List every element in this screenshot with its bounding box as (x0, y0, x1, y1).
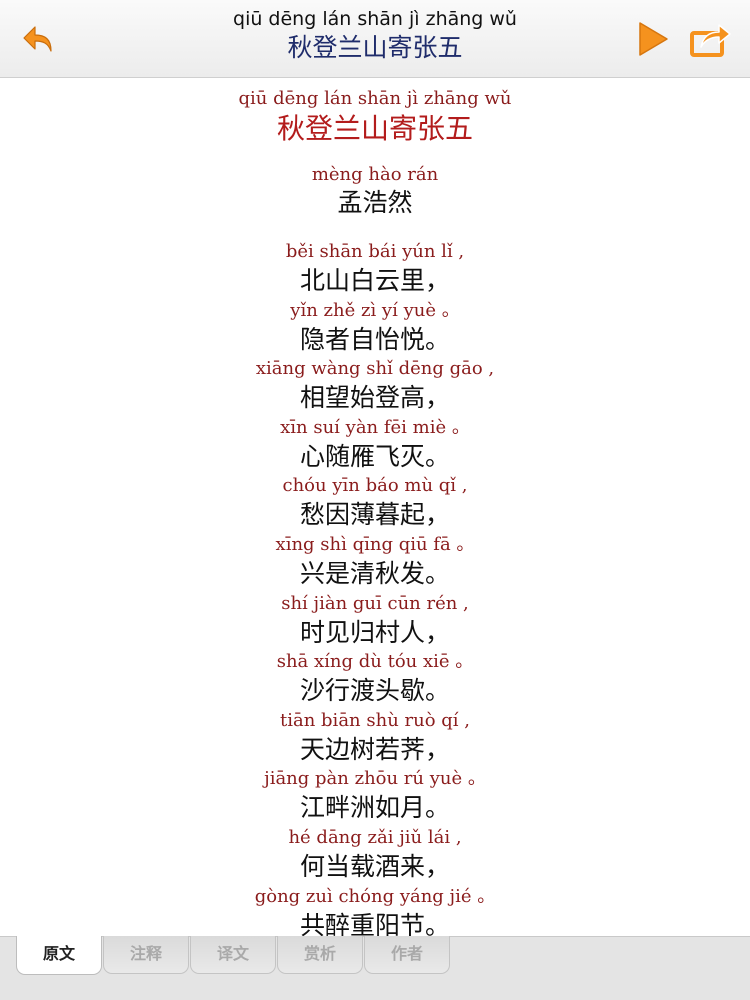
verse-pinyin: yǐn zhě zì yí yuè 。 (290, 299, 460, 321)
poem-content[interactable]: qiū dēng lán shān jì zhāng wǔ 秋登兰山寄张五 mè… (0, 79, 750, 936)
verse-pinyin: chóu yīn báo mù qǐ , (282, 475, 468, 497)
tab-bar: 原文 注释 译文 赏析 作者 (0, 936, 750, 1000)
nav-title-group: qiū dēng lán shān jì zhāng wǔ 秋登兰山寄张五 (150, 6, 600, 64)
verse-text: 共醉重阳节。 (299, 910, 450, 936)
verse-pinyin: běi shān bái yún lǐ , (285, 241, 465, 262)
poem-title-pinyin: qiū dēng lán shān jì zhāng wǔ (238, 88, 512, 109)
back-arrow-icon (23, 26, 52, 52)
verse-text: 天边树若荠， (299, 734, 450, 764)
verse-text: 愁因薄暮起， (299, 500, 450, 530)
share-icon (690, 24, 731, 57)
verse-pinyin: xīng shì qīng qiū fā 。 (275, 533, 475, 555)
verse-text: 沙行渡头歇。 (299, 676, 450, 706)
tab-appreciation[interactable]: 赏析 (277, 936, 363, 974)
verse-text: 时见归村人， (299, 617, 450, 647)
play-button[interactable] (628, 14, 678, 64)
tab-original[interactable]: 原文 (16, 936, 102, 975)
poem-verses: běi shān bái yún lǐ , 北山白云里， yǐn zhě zì … (0, 239, 750, 936)
back-button[interactable] (16, 14, 66, 64)
verse-pinyin: shí jiàn guī cūn rén , (281, 592, 469, 614)
verse-pinyin: xīn suí yàn fēi miè 。 (280, 416, 470, 438)
share-button[interactable] (686, 14, 736, 64)
verse-text: 江畔洲如月。 (299, 793, 450, 823)
verse-pinyin: gòng zuì chóng yáng jié 。 (254, 885, 496, 907)
verse-text: 相望始登高， (299, 383, 450, 413)
verse-pinyin: tiān biān shù ruò qí , (280, 709, 470, 731)
nav-title-pinyin: qiū dēng lán shān jì zhāng wǔ (233, 8, 517, 30)
verse-pinyin: hé dāng zǎi jiǔ lái , (288, 826, 462, 848)
verse-text: 心随雁飞灭。 (299, 441, 450, 471)
author-pinyin: mèng hào rán (311, 164, 439, 185)
author-name: 孟浩然 (337, 188, 413, 217)
nav-title: 秋登兰山寄张五 (287, 33, 463, 62)
verse-text: 隐者自怡悦。 (299, 324, 450, 354)
play-icon (639, 22, 668, 56)
verse-pinyin: xiāng wàng shǐ dēng gāo , (255, 358, 495, 380)
tab-annotations[interactable]: 注释 (103, 936, 189, 974)
verse-text: 兴是清秋发。 (299, 558, 450, 588)
verse-pinyin: shā xíng dù tóu xiē 。 (276, 651, 474, 673)
tab-author[interactable]: 作者 (364, 936, 450, 974)
navigation-bar: qiū dēng lán shān jì zhāng wǔ 秋登兰山寄张五 (0, 0, 750, 78)
poem-title: 秋登兰山寄张五 (276, 112, 473, 145)
verse-pinyin: jiāng pàn zhōu rú yuè 。 (264, 768, 486, 790)
tab-translation[interactable]: 译文 (190, 936, 276, 974)
verse-text: 何当载酒来， (299, 851, 450, 881)
verse-text: 北山白云里， (299, 266, 450, 295)
